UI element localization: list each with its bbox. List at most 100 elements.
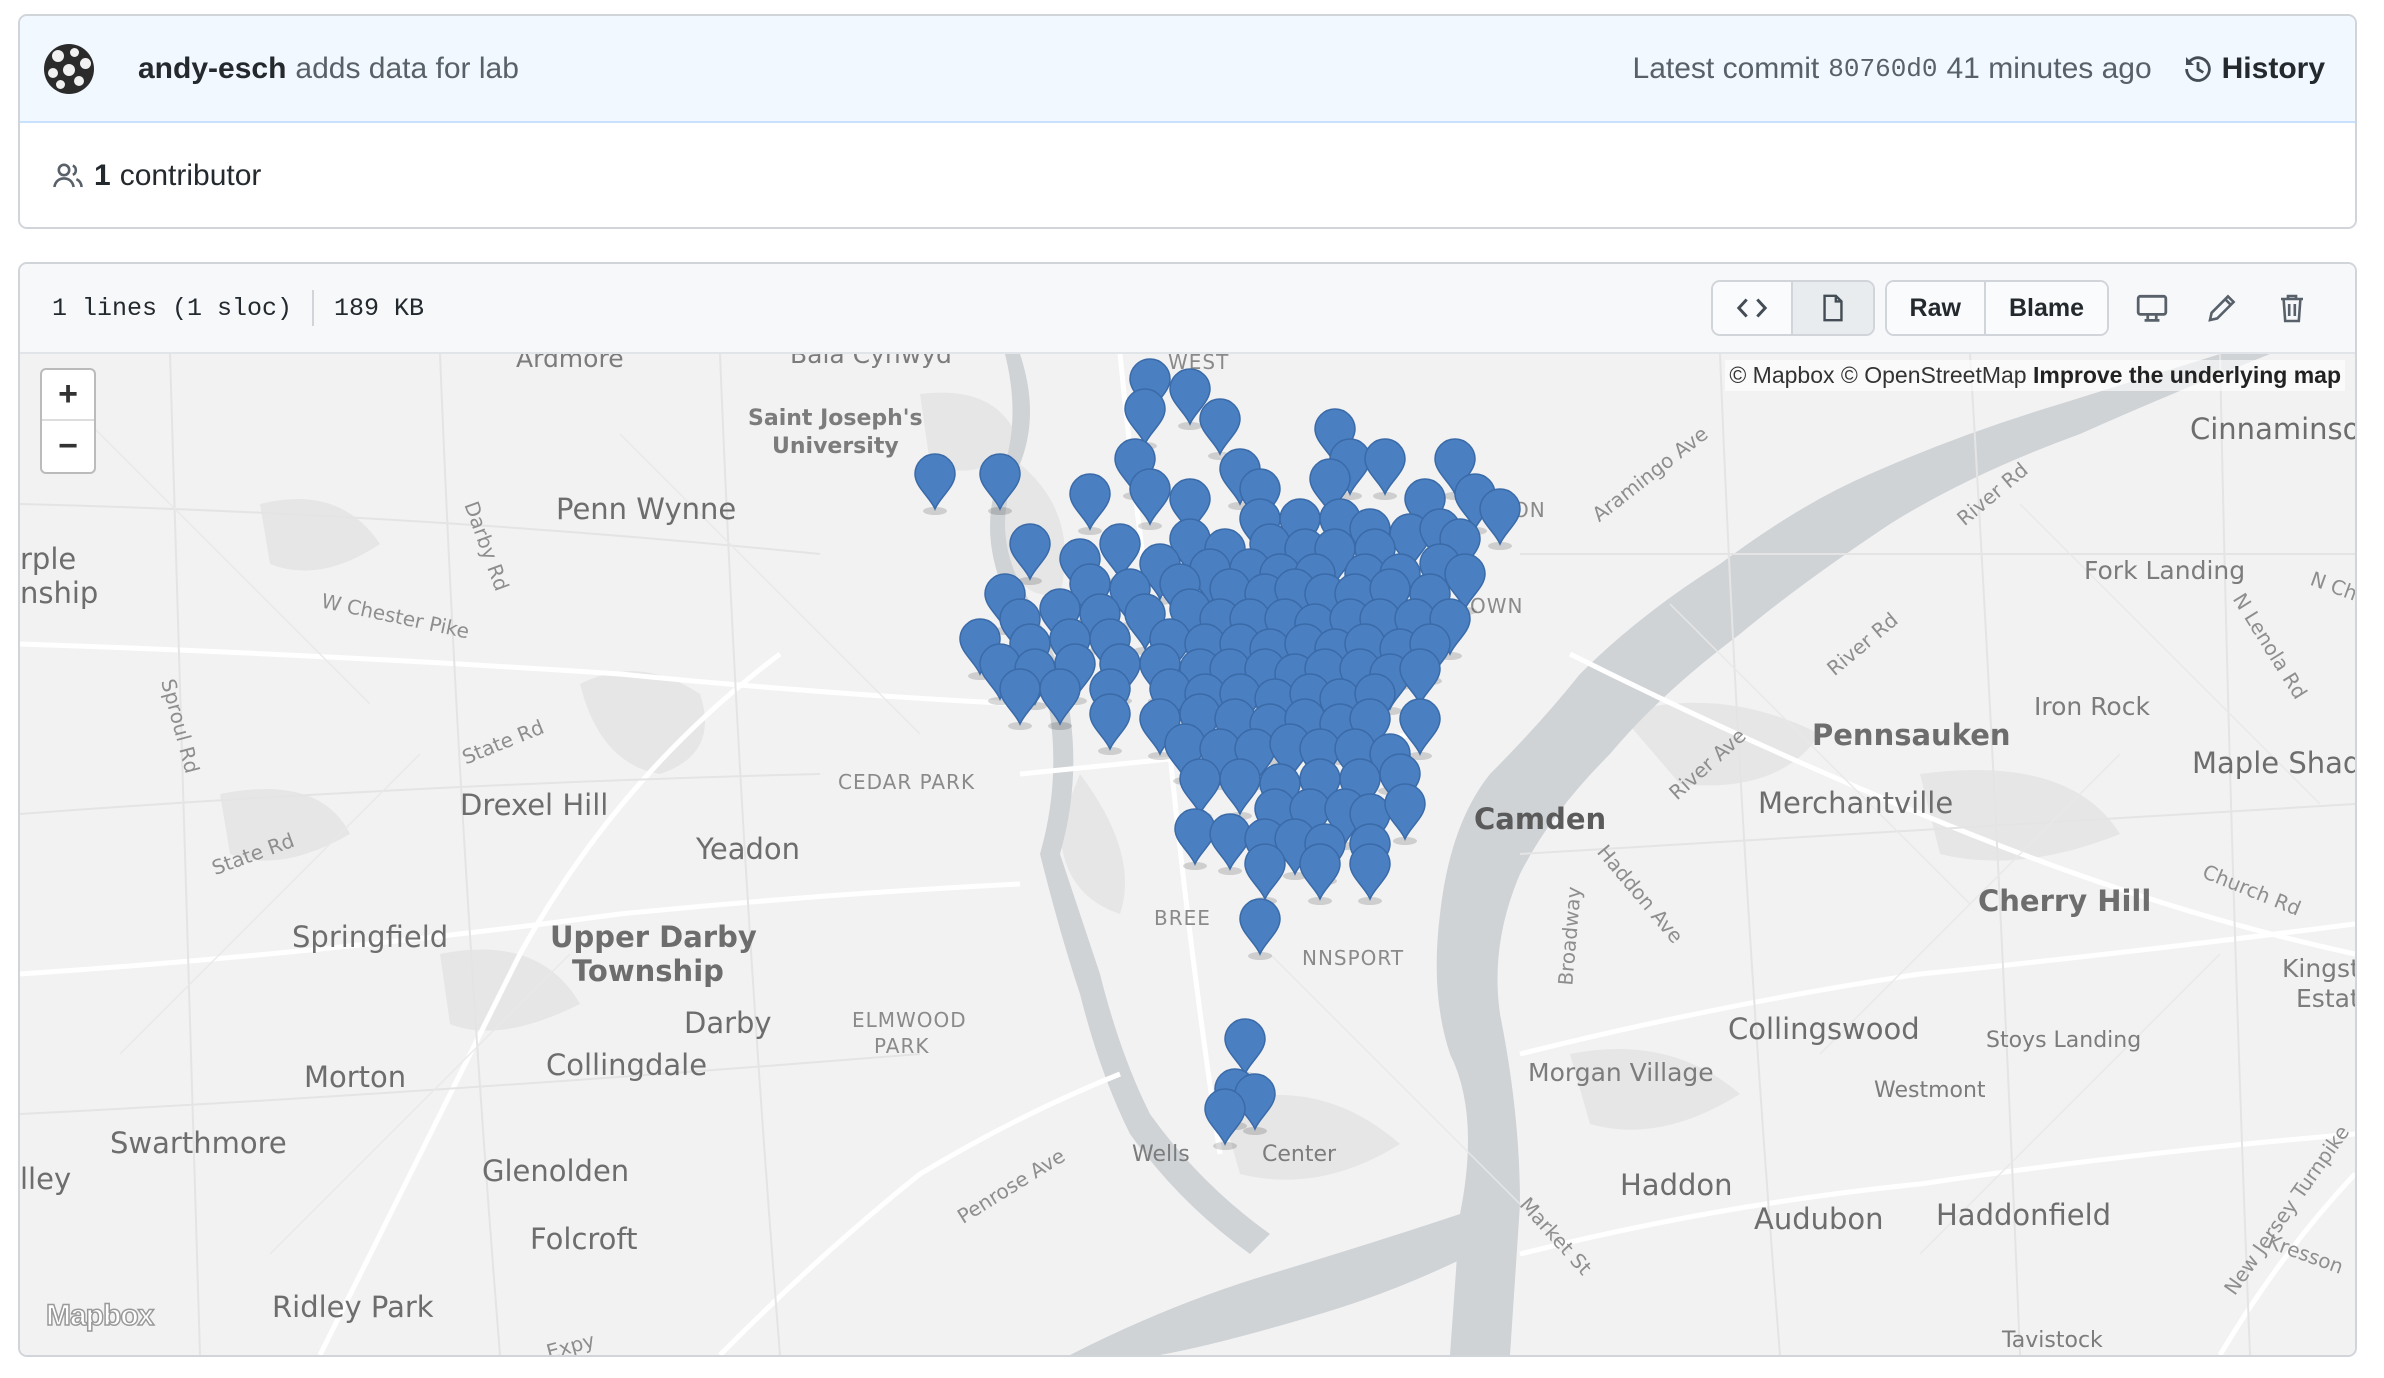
desktop-button[interactable] (2117, 291, 2187, 325)
place-darby: Darby (684, 1006, 772, 1040)
blame-button[interactable]: Blame (1985, 282, 2107, 334)
mapbox-logo[interactable]: Mapbox (45, 1298, 155, 1333)
place-merchantville: Merchantville (1758, 786, 1954, 820)
commit-sha-link[interactable]: 80760d0 (1828, 54, 1937, 84)
place-audubon: Audubon (1754, 1202, 1884, 1236)
place-pennsauken: Pennsauken (1812, 718, 2011, 752)
place-sju: Saint Joseph's (748, 406, 923, 431)
map-view[interactable]: Ardmore Bala Cynwyd WEST Saint Joseph's … (20, 354, 2355, 1355)
place-bree: BREE (1154, 906, 1211, 930)
commit-meta: Latest commit 80760d0 41 minutes ago His… (1633, 52, 2325, 86)
location-marker[interactable] (1087, 693, 1133, 755)
history-label: History (2221, 51, 2325, 85)
commit-author-link[interactable]: andy-esch (138, 52, 286, 86)
people-icon (53, 163, 83, 188)
place-morton: Morton (304, 1060, 407, 1094)
location-marker[interactable] (1297, 843, 1343, 905)
place-sju-2: University (772, 434, 899, 459)
contributors-row[interactable]: 1 contributor (20, 123, 2355, 227)
location-marker[interactable] (1237, 898, 1283, 960)
place-nnsport: NNSPORT (1302, 946, 1405, 970)
location-marker[interactable] (1347, 843, 1393, 905)
place-drexel-hill: Drexel Hill (460, 788, 609, 822)
commit-box: andy-esch adds data for lab Latest commi… (18, 14, 2357, 229)
place-collingdale: Collingdale (546, 1048, 708, 1082)
commit-header: andy-esch adds data for lab Latest commi… (20, 16, 2355, 123)
commit-message-link[interactable]: adds data for lab (295, 52, 519, 86)
place-cinnaminson: Cinnaminson (2190, 412, 2355, 446)
place-ardmore: Ardmore (516, 354, 624, 373)
place-upper-darby: Upper Darby (550, 920, 757, 954)
place-ridley-park: Ridley Park (272, 1290, 434, 1324)
place-camden: Camden (1474, 802, 1607, 836)
contributor-count: 1 (94, 159, 111, 192)
place-estates: Estates (2296, 984, 2355, 1013)
place-glenolden: Glenolden (482, 1154, 630, 1188)
place-tavistock: Tavistock (2002, 1328, 2103, 1353)
place-westmont: Westmont (1874, 1078, 1986, 1103)
file-info: 1 lines (1 sloc) 189 KB (52, 290, 424, 326)
edit-button[interactable] (2187, 292, 2257, 324)
place-haddon: Haddon (1620, 1168, 1733, 1202)
place-elmwood-park: PARK (874, 1034, 930, 1058)
place-bala-cynwyd: Bala Cynwyd (790, 354, 952, 369)
avatar[interactable] (44, 43, 94, 94)
location-marker[interactable] (1037, 668, 1083, 730)
location-marker[interactable] (977, 453, 1023, 515)
place-cherry-hill: Cherry Hill (1978, 884, 2152, 918)
place-township: Township (572, 954, 724, 988)
place-stoys-landing: Stoys Landing (1986, 1028, 2142, 1053)
location-marker[interactable] (912, 453, 958, 515)
place-cedar-park: CEDAR PARK (838, 770, 976, 794)
raw-button[interactable]: Raw (1886, 282, 1986, 334)
location-marker[interactable] (1477, 488, 1523, 550)
place-wells: Wells (1132, 1142, 1190, 1167)
contributor-label: contributor (119, 159, 262, 192)
place-springfield: Springfield (292, 920, 449, 954)
zoom-control: + − (40, 368, 96, 474)
attribution-osm-link[interactable]: © OpenStreetMap (1841, 362, 2027, 388)
place-nship: nship (20, 576, 99, 610)
view-toggle-group (1710, 280, 1875, 336)
place-iron-rock: Iron Rock (2034, 692, 2150, 721)
delete-button[interactable] (2257, 292, 2327, 324)
divider (312, 290, 315, 326)
zoom-in-button[interactable]: + (42, 370, 94, 421)
improve-map-link[interactable]: Improve the underlying map (2033, 362, 2341, 388)
place-rple: rple (20, 542, 77, 576)
place-elmwood: ELMWOOD (852, 1008, 967, 1032)
place-penn-wynne: Penn Wynne (556, 492, 737, 526)
place-maple-shade: Maple Shad (2192, 746, 2355, 780)
desktop-icon (2136, 294, 2168, 322)
pencil-icon (2208, 294, 2236, 322)
file-lines: 1 lines (1 sloc) (52, 293, 293, 323)
place-morgan-village: Morgan Village (1528, 1058, 1714, 1087)
map-attribution: © Mapbox © OpenStreetMap Improve the und… (1725, 360, 2345, 391)
raw-blame-group: Raw Blame (1884, 280, 2109, 336)
file-icon (1822, 294, 1843, 322)
place-kingston: Kingston (2282, 954, 2355, 983)
file-actions: Raw Blame (1710, 280, 2327, 336)
zoom-out-button[interactable]: − (42, 421, 94, 472)
place-fork-landing: Fork Landing (2084, 556, 2246, 585)
file-size: 189 KB (334, 293, 425, 323)
rendered-view-button[interactable] (1792, 282, 1873, 334)
place-swarthmore: Swarthmore (110, 1126, 287, 1160)
place-yeadon: Yeadon (696, 832, 801, 866)
history-icon (2184, 55, 2211, 82)
location-marker[interactable] (1242, 843, 1288, 905)
place-collingswood: Collingswood (1728, 1012, 1920, 1046)
place-center: Center (1262, 1142, 1337, 1167)
latest-commit-label: Latest commit (1632, 51, 1820, 85)
source-view-button[interactable] (1712, 282, 1793, 334)
location-marker[interactable] (1202, 1088, 1248, 1150)
file-header: 1 lines (1 sloc) 189 KB Raw Blame (20, 264, 2355, 354)
place-lley: lley (20, 1162, 72, 1196)
trash-icon (2281, 294, 2303, 323)
code-icon (1736, 298, 1767, 318)
place-folcroft: Folcroft (530, 1222, 638, 1256)
file-box: 1 lines (1 sloc) 189 KB Raw Blame Ardmor… (18, 262, 2357, 1357)
history-link[interactable]: History (2182, 52, 2325, 86)
place-haddonfield: Haddonfield (1936, 1198, 2112, 1232)
attribution-mapbox-link[interactable]: © Mapbox (1729, 362, 1834, 388)
